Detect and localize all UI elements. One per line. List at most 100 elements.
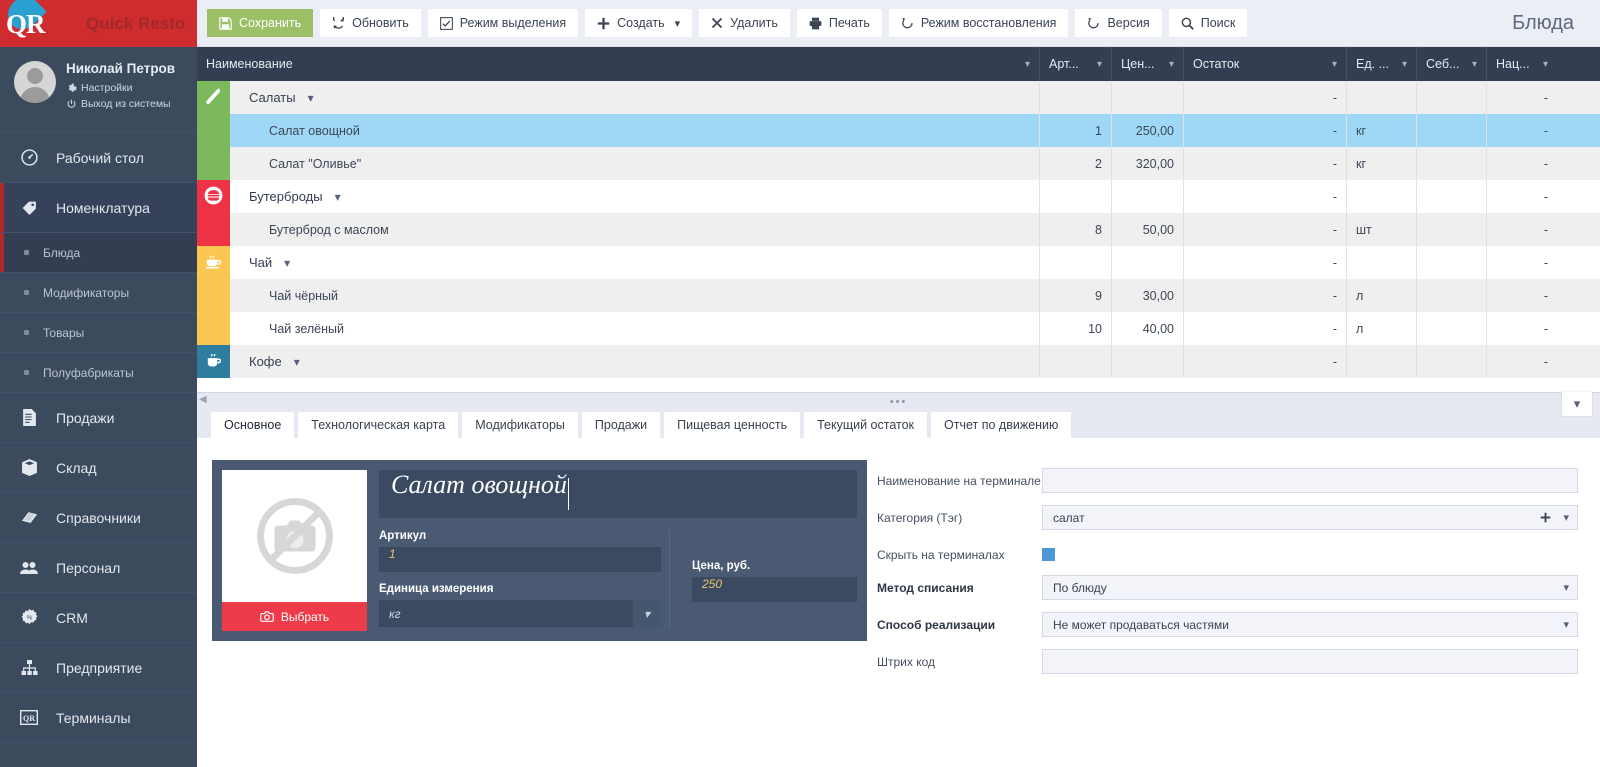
chevron-down-icon[interactable]: ▾: [308, 91, 314, 105]
choose-photo-button[interactable]: Выбрать: [222, 602, 367, 631]
sidebar-item-crm[interactable]: % CRM: [0, 593, 197, 643]
document-icon: [18, 409, 40, 426]
table-group-row[interactable]: Бутерброды ▾ - -: [197, 180, 1600, 213]
sidebar-item-sklad[interactable]: Склад: [0, 443, 197, 493]
chevron-down-icon[interactable]: ▾: [1563, 618, 1569, 631]
table-group-row[interactable]: Кофе ▾ - -: [197, 345, 1600, 378]
column-header-artikul[interactable]: Арт... ▾: [1040, 47, 1112, 81]
column-header-naimenovanie[interactable]: Наименование ▾: [197, 47, 1040, 81]
drag-handle-icon[interactable]: •••: [890, 396, 908, 407]
chevron-down-icon[interactable]: ▾: [294, 355, 300, 369]
sidebar-item-predpriyatie[interactable]: Предприятие: [0, 643, 197, 693]
tab-4[interactable]: Пищевая ценность: [664, 412, 801, 438]
column-header-cena[interactable]: Цен... ▾: [1112, 47, 1184, 81]
sidebar-item-modifikatory[interactable]: Модификаторы: [0, 273, 197, 313]
group-label: Салаты ▾: [239, 90, 314, 105]
chevron-down-icon[interactable]: ▾: [1563, 581, 1569, 594]
sidebar-item-personal[interactable]: Персонал: [0, 543, 197, 593]
column-header-edinica[interactable]: Ед. ... ▾: [1347, 47, 1417, 81]
print-button[interactable]: Печать: [796, 9, 882, 37]
writeoff-method-select[interactable]: По блюду ▾: [1042, 575, 1578, 600]
create-button[interactable]: Создать ▾: [585, 9, 693, 37]
item-name-cell: Чай чёрный: [230, 279, 1040, 312]
markup-cell: -: [1543, 156, 1548, 171]
plus-icon[interactable]: [1540, 512, 1551, 523]
text-caret: [568, 478, 569, 510]
sidebar-item-label: Предприятие: [56, 659, 143, 676]
sidebar-item-spravochniki[interactable]: Справочники: [0, 493, 197, 543]
brand-logo[interactable]: QR Quick Resto: [0, 0, 197, 47]
chevron-down-icon[interactable]: ▾: [284, 256, 290, 270]
cost-cell: [1417, 147, 1487, 180]
restore-mode-button[interactable]: Режим восстановления: [888, 9, 1069, 37]
logout-link[interactable]: Выход из системы: [66, 96, 175, 112]
scroll-left-icon[interactable]: ◀: [199, 394, 207, 405]
table-row[interactable]: Чай чёрный 9 30,00- л -: [197, 279, 1600, 312]
cost-cell: [1417, 81, 1487, 114]
sidebar-item-blyuda[interactable]: Блюда: [0, 233, 197, 273]
sidebar-item-terminaly[interactable]: QR Терминалы: [0, 693, 197, 743]
sidebar-item-tovary[interactable]: Товары: [0, 313, 197, 353]
sidebar-item-nomenklatura[interactable]: Номенклатура: [0, 183, 197, 233]
table-row[interactable]: Салат "Оливье" 2 320,00- кг -: [197, 147, 1600, 180]
chevron-down-icon[interactable]: ▾: [1563, 511, 1569, 524]
tab-1[interactable]: Технологическая карта: [298, 412, 459, 438]
markup-cell: -: [1543, 354, 1548, 369]
chevron-down-icon[interactable]: ▾: [335, 190, 341, 204]
delete-button[interactable]: Удалить: [699, 9, 790, 37]
tab-2[interactable]: Модификаторы: [462, 412, 578, 438]
sidebar-item-label: Товары: [43, 325, 85, 340]
unit-cell: [1347, 345, 1417, 378]
sidebar-item-polufabrikaty[interactable]: Полуфабрикаты: [0, 353, 197, 393]
tab-3[interactable]: Продажи: [581, 412, 661, 438]
sidebar-item-label: Рабочий стол: [56, 149, 144, 166]
table-row[interactable]: Салат овощной 1 250,00- кг -: [197, 114, 1600, 147]
tag-icon: [18, 199, 40, 216]
column-header-sebestoimost[interactable]: Себ... ▾: [1417, 47, 1487, 81]
article-cell: [1040, 180, 1112, 213]
table-row[interactable]: Чай зелёный 10 40,00- л -: [197, 312, 1600, 345]
search-button[interactable]: Поиск: [1168, 9, 1248, 37]
sale-method-select[interactable]: Не может продаваться частями ▾: [1042, 612, 1578, 637]
terminal-name-input[interactable]: [1042, 468, 1578, 493]
dot-icon: [24, 250, 29, 255]
unit-select[interactable]: кг ▾: [379, 600, 661, 627]
selection-mode-button[interactable]: Режим выделения: [427, 9, 579, 37]
refresh-button[interactable]: Обновить: [320, 9, 421, 37]
category-tag-select[interactable]: салат ▾: [1042, 505, 1578, 530]
table-header-row: Наименование ▾ Арт... ▾ Цен... ▾ Остаток…: [197, 47, 1600, 81]
hide-on-terminals-row: Скрыть на терминалах: [877, 542, 1578, 563]
save-button[interactable]: Сохранить: [207, 9, 314, 37]
sidebar-item-prodazhi[interactable]: Продажи: [0, 393, 197, 443]
writeoff-method-label: Метод списания: [877, 581, 974, 595]
table-group-row[interactable]: Салаты ▾ - -: [197, 81, 1600, 114]
column-header-nacenka[interactable]: Нац... ▾: [1487, 47, 1557, 81]
sidebar-item-rabochiy-stol[interactable]: Рабочий стол: [0, 133, 197, 183]
chevron-down-icon[interactable]: ▾: [633, 600, 661, 627]
barcode-input[interactable]: [1042, 649, 1578, 674]
article-input[interactable]: 1: [379, 547, 661, 572]
terminal-name-row: Наименование на терминале: [877, 468, 1578, 493]
tab-0[interactable]: Основное: [211, 412, 295, 438]
category-tag-row: Категория (Тэг) салат ▾: [877, 505, 1578, 530]
tab-6[interactable]: Отчет по движению: [931, 412, 1072, 438]
barcode-label: Штрих код: [877, 655, 936, 669]
avatar[interactable]: [14, 61, 56, 103]
tab-5[interactable]: Текущий остаток: [804, 412, 928, 438]
item-name-input[interactable]: Салат овощной: [379, 470, 857, 518]
settings-link[interactable]: Настройки: [66, 80, 175, 96]
column-header-label: Арт...: [1049, 57, 1079, 71]
sidebar-item-label: Модификаторы: [43, 285, 130, 300]
column-header-ostatok[interactable]: Остаток ▾: [1184, 47, 1347, 81]
version-button[interactable]: Версия: [1075, 9, 1162, 37]
people-icon: [18, 560, 40, 576]
collapse-panel-button[interactable]: ▾: [1562, 392, 1592, 416]
item-name-text: Чай чёрный: [269, 288, 339, 303]
photo-preview[interactable]: [222, 470, 367, 602]
hide-on-terminals-checkbox[interactable]: [1042, 548, 1055, 561]
price-input[interactable]: 250: [692, 577, 857, 602]
version-button-label: Версия: [1107, 16, 1150, 30]
table-group-row[interactable]: Чай ▾ - -: [197, 246, 1600, 279]
panel-splitter[interactable]: ◀ ••• ▾: [197, 392, 1600, 416]
table-row[interactable]: Бутерброд с маслом 8 50,00- шт -: [197, 213, 1600, 246]
